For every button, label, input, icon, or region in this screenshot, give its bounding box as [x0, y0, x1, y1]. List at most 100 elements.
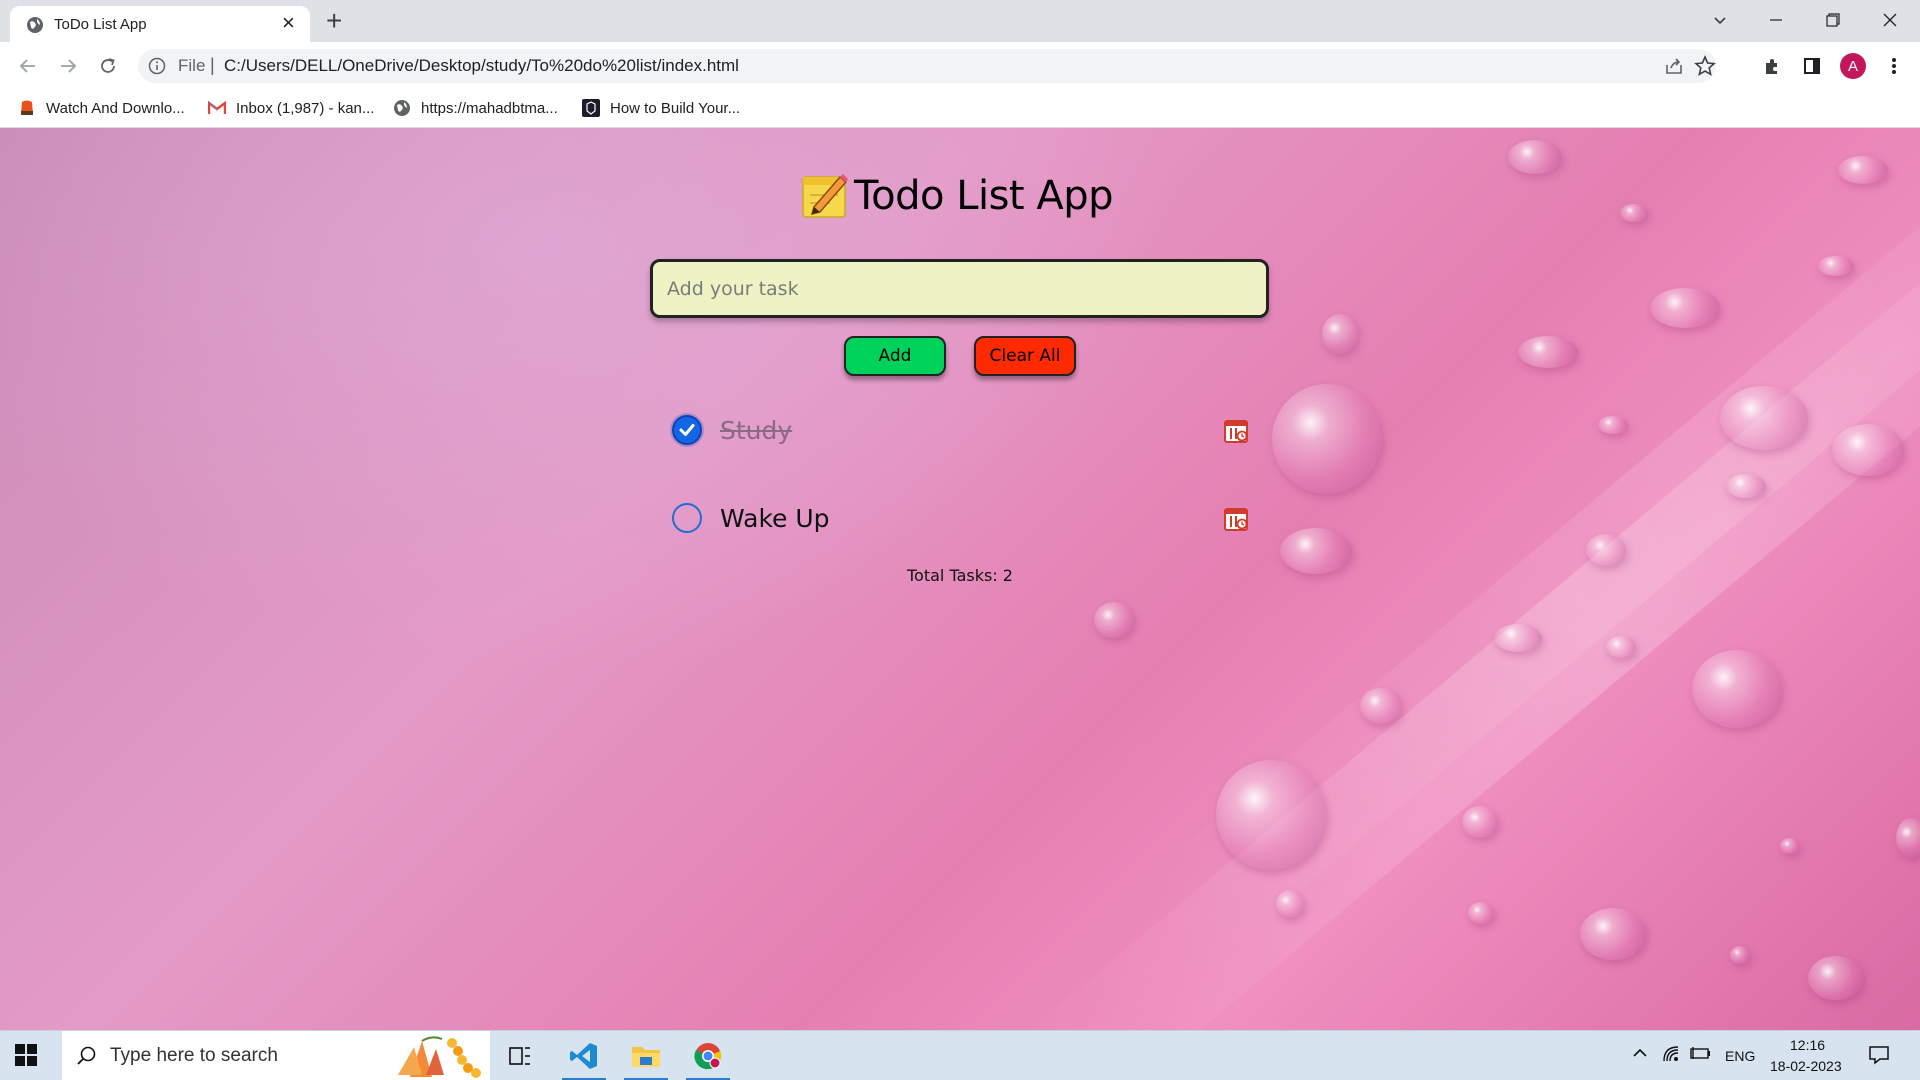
- url-scheme: File: [178, 56, 206, 75]
- language-indicator[interactable]: ENG: [1725, 1048, 1755, 1064]
- water-drop: [1896, 818, 1920, 858]
- back-icon[interactable]: [14, 52, 42, 80]
- task-checkbox-unchecked[interactable]: [672, 503, 702, 533]
- notifications-icon[interactable]: [1868, 1045, 1890, 1070]
- water-drop: [1360, 688, 1402, 724]
- bookmark-item[interactable]: Inbox (1,987) - kan...: [208, 96, 374, 120]
- taskbar-search[interactable]: Type here to search: [62, 1031, 490, 1080]
- share-icon[interactable]: [1664, 56, 1684, 81]
- browser-tab[interactable]: ToDo List App ×: [10, 6, 310, 42]
- bookmark-label: How to Build Your...: [610, 99, 741, 117]
- water-drop: [1726, 474, 1766, 498]
- delete-task-icon[interactable]: [1222, 504, 1250, 532]
- total-tasks: Total Tasks: 2: [907, 566, 1013, 585]
- menu-icon[interactable]: [1880, 52, 1908, 80]
- forward-icon[interactable]: [54, 52, 82, 80]
- app-title-text: Todo List App: [854, 173, 1113, 219]
- clock-date[interactable]: 18-02-2023: [1770, 1058, 1842, 1074]
- new-tab-button[interactable]: +: [326, 6, 342, 36]
- codepen-icon: [582, 99, 600, 117]
- close-window-icon[interactable]: [1870, 4, 1910, 36]
- water-drop: [1818, 256, 1854, 276]
- task-input[interactable]: [650, 259, 1269, 318]
- url-separator: |: [210, 55, 215, 75]
- bookmark-item[interactable]: https://mahadbtma...: [393, 96, 558, 120]
- bookmark-video-icon: [18, 99, 36, 117]
- water-drop: [1094, 602, 1134, 638]
- bookmarks-bar: Watch And Downlo... Inbox (1,987) - kan.…: [0, 88, 1920, 128]
- bookmark-label: Watch And Downlo...: [46, 99, 185, 117]
- task-checkbox-checked[interactable]: [672, 415, 702, 445]
- side-panel-icon[interactable]: [1798, 52, 1826, 80]
- profile-avatar[interactable]: A: [1839, 52, 1867, 80]
- search-highlight-flowers-icon: [392, 1033, 488, 1080]
- water-drop: [1462, 806, 1498, 838]
- vscode-icon[interactable]: [558, 1031, 610, 1080]
- water-drop: [1580, 908, 1646, 960]
- browser-toolbar: File | C:/Users/DELL/OneDrive/Desktop/st…: [0, 42, 1920, 88]
- profile-initial: A: [1840, 53, 1866, 79]
- browser-titlebar: ToDo List App × +: [0, 0, 1920, 42]
- chrome-icon[interactable]: [682, 1031, 734, 1080]
- water-drop: [1650, 288, 1720, 328]
- minimize-icon[interactable]: [1756, 4, 1796, 36]
- water-drop: [1508, 140, 1562, 174]
- extensions-icon[interactable]: [1758, 52, 1786, 80]
- network-icon[interactable]: [1662, 1045, 1680, 1068]
- clock-time[interactable]: 12:16: [1790, 1037, 1825, 1053]
- memo-icon: [800, 171, 850, 221]
- task-item: Study: [672, 410, 1252, 450]
- water-drop: [1606, 636, 1636, 658]
- address-bar[interactable]: File | C:/Users/DELL/OneDrive/Desktop/st…: [138, 49, 1716, 83]
- url-text[interactable]: C:/Users/DELL/OneDrive/Desktop/study/To%…: [224, 56, 739, 76]
- water-drop: [1720, 386, 1808, 450]
- water-drop: [1276, 890, 1304, 918]
- show-hidden-icons-icon[interactable]: [1632, 1045, 1648, 1066]
- search-icon: [76, 1045, 98, 1072]
- water-drop: [1216, 760, 1326, 870]
- water-drop: [1598, 416, 1628, 434]
- task-item: Wake Up: [672, 498, 1252, 538]
- windows-start-icon[interactable]: [14, 1043, 38, 1072]
- search-placeholder: Type here to search: [110, 1045, 278, 1066]
- windows-taskbar: Type here to search ENG 12:16 18-02-2023: [0, 1030, 1920, 1080]
- water-drop: [1494, 624, 1542, 652]
- bookmark-item[interactable]: How to Build Your...: [582, 96, 740, 120]
- site-info-icon[interactable]: [148, 57, 166, 80]
- tab-title: ToDo List App: [54, 16, 147, 33]
- bookmark-item[interactable]: Watch And Downlo...: [18, 96, 185, 120]
- water-drop: [1692, 650, 1782, 728]
- water-drop: [1832, 424, 1904, 476]
- reload-icon[interactable]: [94, 52, 122, 80]
- water-drop: [1838, 156, 1888, 184]
- battery-icon[interactable]: [1690, 1045, 1712, 1066]
- water-drop: [1730, 946, 1750, 964]
- clear-all-button[interactable]: Clear All: [974, 336, 1076, 376]
- globe-icon: [26, 16, 44, 34]
- restore-icon[interactable]: [1813, 4, 1853, 36]
- water-drop: [1272, 384, 1382, 494]
- water-drop: [1780, 838, 1800, 854]
- file-explorer-icon[interactable]: [620, 1031, 672, 1080]
- task-view-icon[interactable]: [494, 1031, 546, 1080]
- check-icon: [679, 424, 695, 436]
- tab-search-icon[interactable]: [1700, 4, 1740, 36]
- water-drop: [1322, 314, 1358, 354]
- delete-task-icon[interactable]: [1222, 416, 1250, 444]
- water-drop: [1280, 528, 1352, 574]
- water-drop: [1468, 902, 1494, 924]
- bookmark-star-icon[interactable]: [1694, 54, 1716, 82]
- water-drop: [1620, 204, 1648, 222]
- page-background: Todo List App Add Clear All Study Wake U…: [0, 128, 1920, 1030]
- bookmark-label: https://mahadbtma...: [421, 99, 558, 117]
- tab-close-icon[interactable]: ×: [282, 11, 295, 35]
- add-button[interactable]: Add: [844, 336, 946, 376]
- bookmark-label: Inbox (1,987) - kan...: [236, 99, 375, 117]
- globe-icon: [393, 99, 411, 117]
- water-drop: [1586, 534, 1626, 566]
- water-drop: [1518, 336, 1578, 368]
- water-drop: [1808, 956, 1864, 1000]
- page-title: Todo List App: [800, 168, 1113, 224]
- task-text: Wake Up: [720, 503, 830, 533]
- gmail-icon: [208, 99, 226, 117]
